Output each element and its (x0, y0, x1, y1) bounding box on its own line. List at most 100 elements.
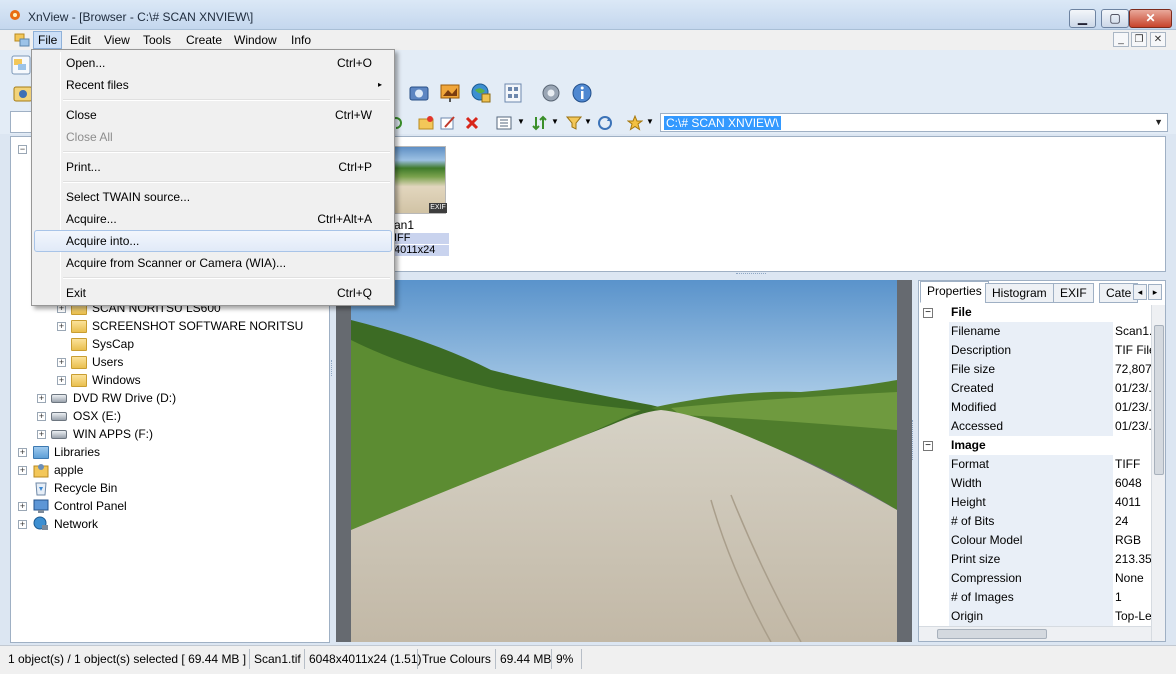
menu-item-select-twain[interactable]: Select TWAIN source... (34, 186, 392, 208)
menu-info[interactable]: Info (287, 31, 315, 49)
menu-item-recent-files[interactable]: Recent files ▸ (34, 74, 392, 96)
nav-field[interactable] (10, 111, 32, 133)
favorites-dropdown-icon[interactable]: ▼ (646, 117, 654, 126)
tab-exif[interactable]: EXIF (1053, 283, 1094, 303)
tree-item-recycle-bin[interactable]: Recycle Bin (11, 479, 329, 497)
menu-edit[interactable]: Edit (66, 31, 95, 49)
tree-item-control-panel[interactable]: + Control Panel (11, 497, 329, 515)
settings-gear-icon[interactable] (540, 82, 562, 104)
menu-item-close[interactable]: Close Ctrl+W (34, 104, 392, 126)
view-mode-icon[interactable] (496, 115, 512, 131)
expand-icon[interactable]: + (18, 520, 27, 529)
tree-item-apple[interactable]: + apple (11, 461, 329, 479)
favorites-star-icon[interactable] (627, 115, 643, 131)
expand-icon[interactable]: + (37, 430, 46, 439)
slideshow-icon[interactable] (439, 82, 461, 104)
property-key: # of Bits (949, 512, 1113, 531)
mdi-minimize-button[interactable]: _ (1113, 32, 1129, 47)
menu-item-label: Acquire... (66, 212, 117, 226)
menu-item-print[interactable]: Print... Ctrl+P (34, 156, 392, 178)
delete-icon[interactable] (464, 115, 480, 131)
rename-icon[interactable] (440, 115, 456, 131)
view-mode-dropdown-icon[interactable]: ▼ (517, 117, 525, 126)
tab-histogram[interactable]: Histogram (985, 283, 1054, 303)
filter-icon[interactable] (566, 115, 582, 131)
left-splitter[interactable] (331, 360, 335, 376)
exif-badge: EXIF (429, 203, 447, 213)
menu-item-acquire-into[interactable]: Acquire into... (34, 230, 392, 252)
tree-collapse-toggle[interactable]: − (18, 145, 27, 154)
tree-item-win-apps-drive[interactable]: + WIN APPS (F:) (11, 425, 329, 443)
menu-file[interactable]: File (33, 31, 63, 49)
address-path[interactable]: C:\# SCAN XNVIEW\ (664, 116, 781, 130)
thumbnail-pane[interactable] (336, 136, 1166, 272)
menu-item-shortcut: Ctrl+P (338, 160, 372, 174)
capture-icon[interactable] (408, 82, 430, 104)
browser-tab-icon[interactable] (11, 55, 31, 75)
scrollbar-thumb[interactable] (1154, 325, 1164, 475)
menu-separator (63, 99, 390, 101)
tree-item-osx-drive[interactable]: + OSX (E:) (11, 407, 329, 425)
menu-item-open[interactable]: Open... Ctrl+O (34, 52, 392, 74)
tab-scroll-right-icon[interactable]: ▸ (1148, 284, 1162, 300)
tab-scroll-left-icon[interactable]: ◂ (1133, 284, 1147, 300)
address-combo[interactable]: C:\# SCAN XNVIEW\ ▼ (660, 113, 1168, 132)
address-dropdown-icon[interactable]: ▼ (1154, 117, 1163, 127)
tree-item-libraries[interactable]: + Libraries (11, 443, 329, 461)
status-colour: True Colours (418, 649, 496, 669)
property-row: Modified 01/23/. (919, 398, 1152, 417)
web-export-icon[interactable] (470, 82, 492, 104)
expand-icon[interactable]: + (57, 358, 66, 367)
tree-item-dvd-drive[interactable]: + DVD RW Drive (D:) (11, 389, 329, 407)
close-icon: ✕ (1145, 11, 1156, 25)
menu-create[interactable]: Create (182, 31, 226, 49)
expand-icon[interactable]: + (18, 466, 27, 475)
preview-image (351, 280, 897, 642)
preview-pane[interactable] (336, 280, 912, 642)
menu-view[interactable]: View (100, 31, 134, 49)
contact-sheet-icon[interactable] (502, 82, 524, 104)
section-image[interactable]: − Image (919, 436, 1151, 455)
menu-item-exit[interactable]: Exit Ctrl+Q (34, 282, 392, 304)
close-button[interactable]: ✕ (1129, 9, 1172, 28)
tree-item-windows[interactable]: + Windows (11, 371, 329, 389)
tree-item-network[interactable]: + Network (11, 515, 329, 533)
properties-horizontal-scrollbar[interactable] (919, 626, 1151, 641)
sort-icon[interactable] (532, 115, 548, 131)
sort-dropdown-icon[interactable]: ▼ (551, 117, 559, 126)
folder-icon (71, 356, 87, 369)
scrollbar-thumb[interactable] (937, 629, 1047, 639)
tree-item-label: SysCap (92, 337, 135, 351)
tree-item-users[interactable]: + Users (11, 353, 329, 371)
mdi-restore-button[interactable]: ❐ (1131, 32, 1147, 47)
mdi-close-button[interactable]: ✕ (1150, 32, 1166, 47)
info-icon[interactable] (571, 82, 593, 104)
expand-icon[interactable]: + (18, 448, 27, 457)
collapse-icon[interactable]: − (923, 308, 933, 318)
properties-vertical-scrollbar[interactable] (1151, 305, 1165, 641)
right-splitter[interactable] (912, 420, 916, 460)
sync-icon[interactable] (597, 115, 613, 131)
tree-item-label: SCREENSHOT SOFTWARE NORITSU (92, 319, 304, 333)
maximize-button[interactable]: ▢ (1101, 9, 1129, 28)
menu-separator (63, 277, 390, 279)
minimize-button[interactable]: ▁ (1069, 9, 1096, 28)
new-folder-icon[interactable] (418, 115, 434, 131)
menu-item-label: Select TWAIN source... (66, 190, 191, 204)
tree-item-syscap[interactable]: SysCap (11, 335, 329, 353)
expand-icon[interactable]: + (57, 376, 66, 385)
expand-icon[interactable]: + (18, 502, 27, 511)
tree-item-screenshot-software[interactable]: + SCREENSHOT SOFTWARE NORITSU (11, 317, 329, 335)
menu-tools[interactable]: Tools (139, 31, 175, 49)
tab-properties[interactable]: Properties (920, 281, 989, 303)
expand-icon[interactable]: + (57, 322, 66, 331)
section-file[interactable]: − File (919, 303, 1151, 322)
filter-dropdown-icon[interactable]: ▼ (584, 117, 592, 126)
menu-item-acquire-wia[interactable]: Acquire from Scanner or Camera (WIA)... (34, 252, 392, 274)
expand-icon[interactable]: + (37, 412, 46, 421)
collapse-icon[interactable]: − (923, 441, 933, 451)
pane-splitter[interactable] (736, 273, 766, 278)
expand-icon[interactable]: + (37, 394, 46, 403)
menu-item-acquire[interactable]: Acquire... Ctrl+Alt+A (34, 208, 392, 230)
menu-window[interactable]: Window (230, 31, 281, 49)
